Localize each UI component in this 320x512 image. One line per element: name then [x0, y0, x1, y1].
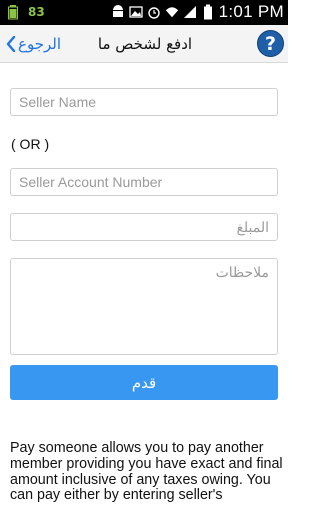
android-debug-icon — [112, 5, 123, 17]
help-button[interactable]: ? — [257, 30, 284, 57]
description-text: Pay someone allows you to pay another me… — [10, 440, 283, 504]
page-title: ادفع لشخص ما — [97, 35, 193, 53]
status-right: 1:01 PM — [111, 2, 284, 22]
status-bar: 83 1:01 PM — [0, 0, 288, 25]
battery-level: 83 — [28, 5, 45, 19]
amount-placeholder: المبلغ — [236, 218, 269, 235]
amount-input[interactable]: المبلغ — [10, 213, 278, 241]
status-left: 83 — [8, 4, 45, 20]
seller-name-placeholder: Seller Name — [19, 94, 97, 110]
battery-full-icon — [203, 4, 212, 20]
submit-button[interactable]: قدم — [10, 365, 278, 400]
app-header: الرجوع ادفع لشخص ما ? — [0, 25, 288, 63]
back-label: الرجوع — [18, 35, 61, 53]
seller-name-input[interactable]: Seller Name — [10, 88, 278, 116]
seller-account-input[interactable]: Seller Account Number — [10, 168, 278, 196]
notes-textarea[interactable]: ملاحظات — [10, 258, 278, 355]
battery-icon — [8, 5, 18, 20]
chevron-left-icon — [6, 36, 16, 52]
seller-account-placeholder: Seller Account Number — [19, 174, 163, 190]
signal-icon — [183, 6, 196, 18]
alarm-icon — [147, 7, 160, 19]
notes-placeholder: ملاحظات — [215, 264, 269, 280]
picture-icon — [128, 6, 143, 18]
wifi-icon — [165, 7, 178, 18]
back-button[interactable]: الرجوع — [6, 30, 61, 58]
or-label: ( OR ) — [11, 136, 50, 152]
clock-time: 1:01 PM — [218, 2, 284, 21]
